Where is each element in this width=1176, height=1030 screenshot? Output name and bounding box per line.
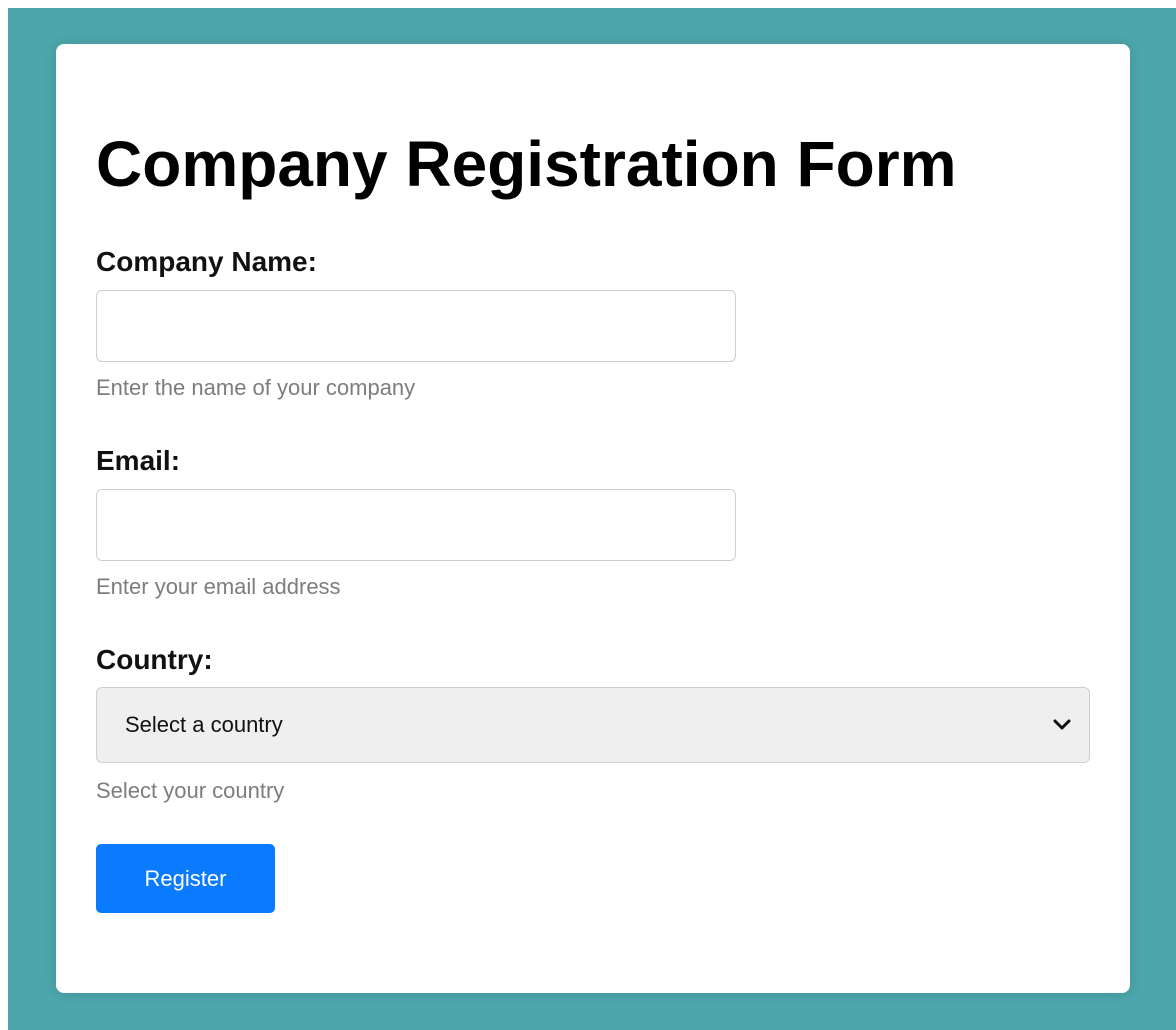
email-input[interactable] (96, 489, 736, 561)
country-select-value: Select a country (125, 712, 283, 737)
country-label: Country: (96, 644, 213, 675)
country-select[interactable]: Select a country (96, 687, 1090, 763)
email-label: Email: (96, 445, 181, 476)
chevron-down-icon (1051, 714, 1073, 736)
company-name-label: Company Name: (96, 246, 317, 277)
email-hint: Enter your email address (96, 574, 341, 599)
company-name-hint: Enter the name of your company (96, 375, 416, 400)
registration-card: Company Registration Form Company Name: … (56, 44, 1130, 993)
country-hint: Select your country (96, 778, 285, 803)
company-name-input[interactable] (96, 290, 736, 362)
register-button[interactable]: Register (96, 844, 275, 913)
page-title: Company Registration Form (96, 128, 957, 200)
